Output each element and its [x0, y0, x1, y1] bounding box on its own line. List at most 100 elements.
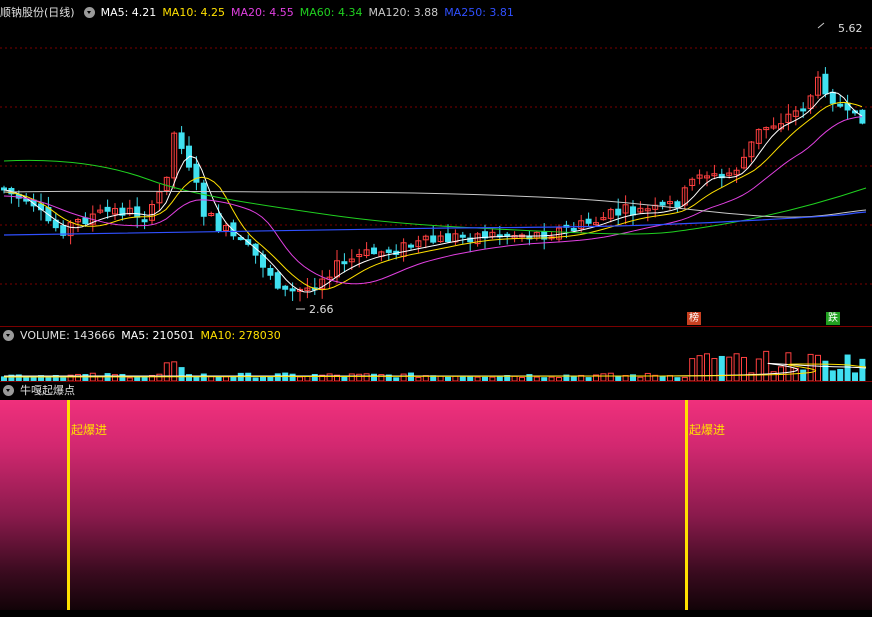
volume-bar: [741, 356, 747, 382]
candle-body: [822, 73, 829, 95]
volume-bar: [348, 373, 355, 382]
ma250-line: [3, 211, 867, 236]
volume-chart[interactable]: [0, 342, 872, 382]
candle-body: [800, 108, 807, 112]
candle-body: [371, 247, 377, 255]
candle-body: [837, 103, 844, 107]
ma10-line: [3, 101, 863, 291]
volume-bar: [156, 373, 163, 382]
volume-bar: [711, 358, 718, 382]
volume-bar: [163, 362, 170, 382]
candle-body: [570, 228, 577, 232]
volume-ma5: MA5: 210501: [121, 328, 195, 342]
indicator-panel-toggle-icon[interactable]: [3, 384, 14, 396]
indicator-title: 牛嘎起爆点: [20, 384, 75, 397]
main-panel-toggle-icon[interactable]: [83, 6, 95, 18]
volume-bar: [844, 354, 851, 382]
volume-bar: [274, 373, 281, 382]
volume-bar: [171, 361, 178, 382]
panel-divider: [0, 381, 872, 382]
indicator-header: 牛嘎起爆点: [0, 382, 81, 398]
drop-badge[interactable]: 跌: [826, 312, 840, 325]
candle-body: [630, 206, 636, 216]
candle-body: [134, 206, 141, 218]
volume-bar: [237, 372, 244, 382]
main-chart-header: 顺钠股份(日线) MA5: 4.21 MA10: 4.25 MA20: 4.55…: [0, 4, 520, 20]
candle-body: [659, 201, 666, 206]
candle-body: [459, 234, 466, 238]
candle-body: [267, 267, 274, 276]
volume-bar: [852, 372, 858, 382]
volume-bar: [763, 350, 770, 382]
signal-line: [685, 400, 688, 610]
volume-bar: [356, 373, 363, 382]
candle-body: [430, 235, 437, 243]
signal-label: 起爆进: [689, 423, 726, 437]
ma20-legend: MA20: 4.55: [231, 5, 294, 19]
signal-line: [67, 400, 70, 610]
candle-body: [1, 187, 7, 191]
low-price-label: 2.66: [309, 303, 334, 316]
candle-body: [341, 261, 348, 265]
volume-bar: [807, 353, 814, 382]
candle-body: [82, 217, 89, 225]
candle-body: [844, 102, 851, 111]
volume-bar: [704, 353, 710, 382]
volume-bar: [696, 355, 703, 382]
candle-body: [615, 208, 622, 216]
candle-body: [141, 219, 148, 223]
candle-body: [585, 218, 592, 224]
ma5-line: [3, 91, 863, 293]
stock-name: 顺钠股份(日线): [0, 6, 75, 19]
volume-bar: [200, 373, 207, 382]
date-axis: [0, 610, 872, 617]
volume-panel-toggle-icon[interactable]: [3, 329, 14, 341]
high-price-label: 5.62: [838, 22, 863, 35]
ma250-legend: MA250: 3.81: [444, 5, 514, 19]
ma20-line: [3, 116, 863, 285]
volume-bar: [800, 369, 807, 382]
volume-bar: [644, 372, 651, 382]
high-marker: [817, 22, 825, 29]
ma60-legend: MA60: 4.34: [299, 5, 363, 19]
volume-bar: [289, 373, 296, 382]
volume-bar: [726, 356, 733, 382]
volume-bar: [859, 358, 866, 382]
signal-label: 起爆进: [71, 423, 108, 437]
candle-body: [408, 244, 414, 248]
volume-bar: [689, 358, 696, 382]
volume-bar: [600, 373, 607, 382]
volume-bar: [755, 358, 762, 382]
volume-ma5-line: [3, 362, 867, 378]
indicator-area[interactable]: [0, 400, 872, 610]
volume-bar: [718, 355, 725, 382]
volume-bar: [829, 370, 836, 382]
volume-bar: [326, 373, 333, 382]
top-list-badge[interactable]: 榜: [687, 312, 701, 325]
volume-ma10-line: [3, 363, 867, 378]
ma120-legend: MA120: 3.88: [368, 5, 439, 19]
candle-body: [674, 201, 681, 209]
candle-body: [282, 285, 289, 290]
volume-bar: [815, 354, 821, 382]
candle-body: [829, 91, 836, 104]
volume-bar: [607, 372, 614, 382]
candle-body: [230, 222, 237, 237]
candle-body: [104, 206, 111, 212]
volume-header: VOLUME: 143666 MA5: 210501 MA10: 278030: [0, 327, 287, 343]
volume-bar: [733, 353, 740, 382]
candle-body: [445, 233, 451, 243]
volume-bar: [178, 367, 185, 382]
volume-bar: [408, 372, 414, 382]
candlestick-chart[interactable]: 5.62 2.66: [0, 20, 872, 328]
volume-bar: [371, 373, 377, 382]
ma5-legend: MA5: 4.21: [100, 5, 157, 19]
volume-title: VOLUME: 143666: [20, 328, 116, 342]
volume-bar: [363, 373, 370, 382]
candle-body: [385, 249, 392, 253]
volume-bar: [837, 368, 844, 382]
volume-bar: [400, 373, 407, 382]
candle-body: [274, 272, 281, 289]
candle-body: [289, 288, 296, 292]
candle-body: [178, 132, 185, 149]
